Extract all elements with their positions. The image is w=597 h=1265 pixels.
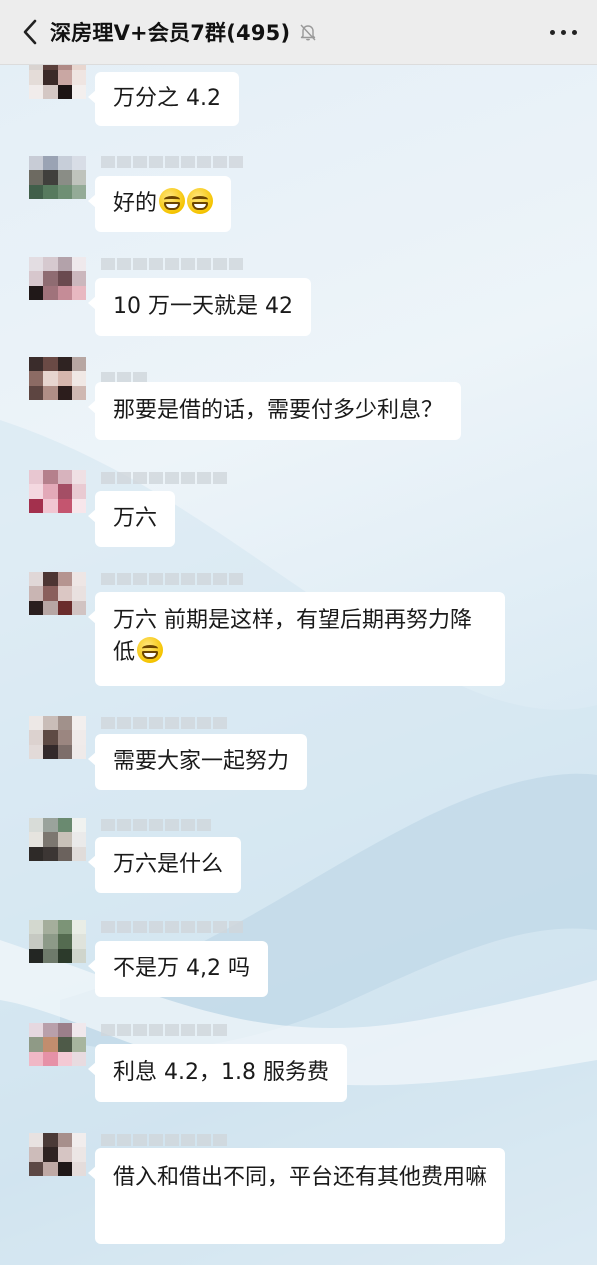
grinning-emoji-icon <box>159 188 186 214</box>
message-bubble[interactable]: 万分之 4.2 <box>88 72 239 126</box>
message-text: 好的 <box>113 191 158 216</box>
sender-name-blurred <box>101 819 211 831</box>
chevron-left-icon <box>23 19 37 45</box>
message-text: 万分之 4.2 <box>113 86 221 111</box>
sender-name-blurred <box>101 472 227 484</box>
avatar[interactable] <box>29 716 86 773</box>
avatar[interactable] <box>29 470 86 527</box>
avatar[interactable] <box>29 818 86 875</box>
message-text: 不是万 4,2 吗 <box>113 956 250 981</box>
avatar[interactable] <box>29 357 86 414</box>
message-text: 那要是借的话，需要付多少利息？ <box>113 398 444 423</box>
message-bubble[interactable]: 需要大家一起努力 <box>87 734 308 790</box>
message-bubble[interactable]: 万六 <box>87 491 176 547</box>
sender-name-blurred <box>101 1134 227 1146</box>
message-text: 借入和借出不同，平台还有其他费用嘛 <box>113 1165 488 1190</box>
message-bubble[interactable]: 利息 4.2，1.8 服务费 <box>88 1044 347 1102</box>
more-dots-icon <box>549 29 555 35</box>
avatar[interactable] <box>29 1133 86 1190</box>
message-bubble[interactable]: 借入和借出不同，平台还有其他费用嘛 <box>88 1148 505 1244</box>
mute-indicator <box>298 22 318 42</box>
message-text: 10 万一天就是 42 <box>113 294 293 319</box>
sender-name-blurred <box>101 573 243 585</box>
message-bubble[interactable]: 万六是什么 <box>87 837 242 893</box>
sender-name-blurred <box>101 717 227 729</box>
grinning-emoji-icon <box>137 637 164 663</box>
sender-name-blurred <box>101 258 243 270</box>
grinning-emoji-icon <box>187 188 214 214</box>
message-bubble[interactable]: 不是万 4,2 吗 <box>88 941 268 997</box>
message-text: 万六 <box>113 506 158 531</box>
chat-title: 深房理V+会员7群(495) <box>50 21 291 45</box>
sender-name-blurred <box>101 921 243 933</box>
sender-name-blurred <box>101 156 243 168</box>
back-button[interactable] <box>10 0 50 64</box>
avatar[interactable] <box>29 572 86 629</box>
message-bubble[interactable]: 那要是借的话，需要付多少利息？ <box>87 382 462 440</box>
message-text: 万六是什么 <box>113 852 224 877</box>
avatar[interactable] <box>29 1023 86 1080</box>
chat-header: 深房理V+会员7群(495) <box>0 0 597 65</box>
message-text: 利息 4.2，1.8 服务费 <box>113 1060 329 1085</box>
message-text: 需要大家一起努力 <box>113 749 290 774</box>
message-bubble[interactable]: 好的 <box>87 176 232 232</box>
message-bubble[interactable]: 万六 前期是这样，有望后期再努力降低 <box>88 592 505 686</box>
sender-name-blurred <box>101 1024 227 1036</box>
avatar[interactable] <box>29 257 86 314</box>
avatar[interactable] <box>29 920 86 977</box>
avatar[interactable] <box>29 156 86 213</box>
bell-muted-icon <box>300 24 316 41</box>
more-button[interactable] <box>543 18 583 46</box>
message-bubble[interactable]: 10 万一天就是 42 <box>88 278 311 336</box>
message-text: 万六 前期是这样，有望后期再努力降低 <box>113 608 472 665</box>
